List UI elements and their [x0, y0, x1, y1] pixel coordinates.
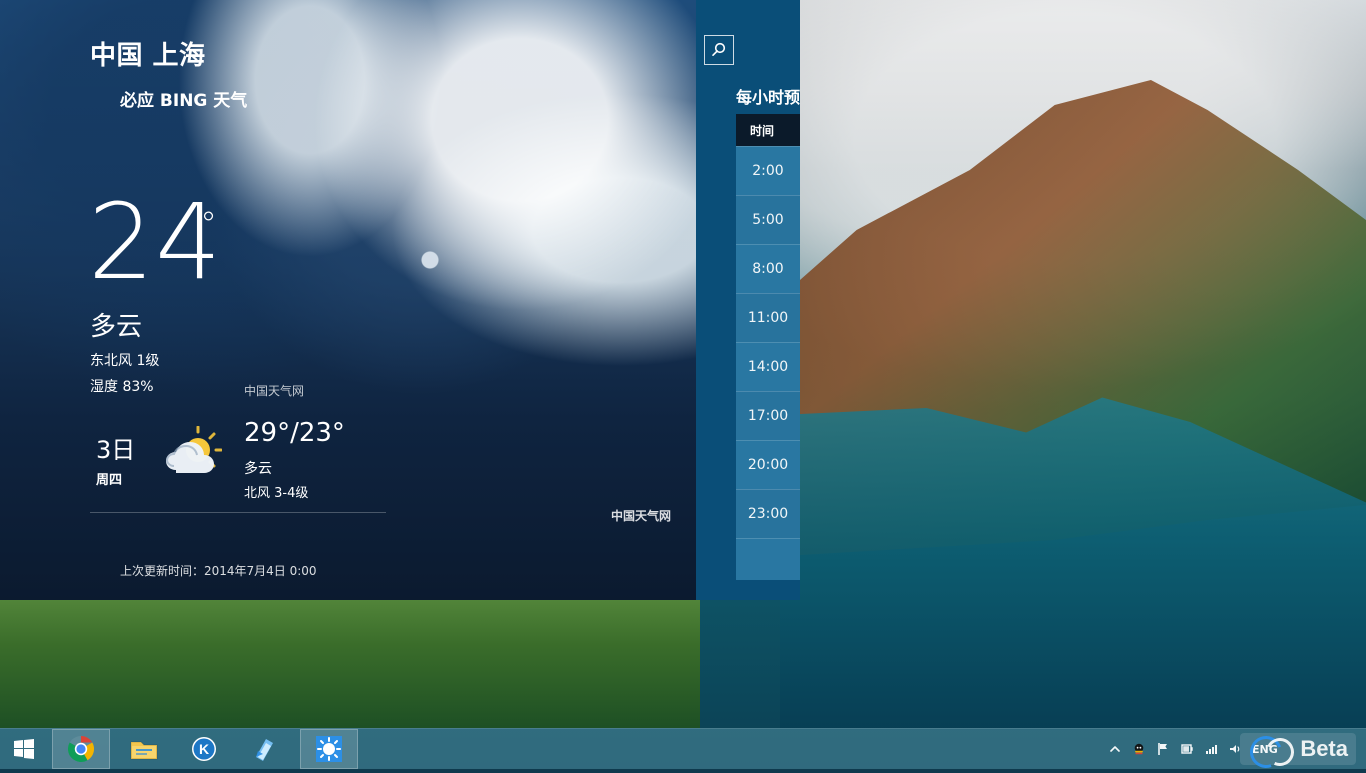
search-button[interactable]: [704, 35, 734, 65]
hourly-row-empty: [736, 538, 800, 580]
hourly-row-time[interactable]: 8:00: [736, 244, 800, 293]
taskbar-weather-button[interactable]: [300, 729, 358, 769]
current-humidity: 湿度 83%: [90, 379, 154, 395]
current-degree-symbol: °: [200, 205, 217, 245]
hourly-row-time[interactable]: 2:00: [736, 146, 800, 195]
k-circle-icon: K: [192, 737, 216, 761]
location-title: 中国 上海: [90, 41, 206, 71]
folder-icon: [130, 741, 158, 760]
hourly-header: 时间: [736, 114, 800, 146]
start-button[interactable]: [0, 729, 48, 769]
forecast-condition: 多云: [244, 461, 272, 477]
hourly-title: 每小时预: [736, 88, 800, 107]
pad-icon: [256, 739, 273, 761]
forecast-date: 3日: [96, 436, 136, 464]
forecast-wind: 北风 3-4级: [244, 486, 309, 501]
current-source: 中国天气网: [244, 384, 305, 398]
hourly-row-time[interactable]: 14:00: [736, 342, 800, 391]
taskbar: K ENG Beta: [0, 728, 1366, 773]
forecast-weekday: 周四: [96, 473, 123, 488]
taskbar-notepad-button[interactable]: [235, 729, 293, 769]
hourly-row-time[interactable]: 17:00: [736, 391, 800, 440]
tray-battery-icon[interactable]: [1180, 742, 1194, 756]
tray-qq-icon[interactable]: [1132, 742, 1146, 756]
provider-label: 必应 BING 天气: [120, 91, 248, 111]
windows-logo-icon: [14, 739, 34, 759]
partly-cloudy-sun-icon: [160, 425, 223, 488]
cnbeta-logo-icon: [1245, 730, 1299, 773]
wallpaper-hill: [0, 600, 700, 728]
divider: [90, 512, 386, 513]
svg-text:K: K: [199, 741, 209, 757]
beta-badge-text: Beta: [1300, 736, 1348, 761]
taskbar-chrome-button[interactable]: [52, 729, 110, 769]
search-icon: [712, 42, 726, 56]
hourly-table: 时间 2:00 5:00 8:00 11:00 14:00 17:00 20:0…: [736, 114, 800, 580]
weather-main-panel: 中国 上海 必应 BING 天气 24 ° 多云 东北风 1级 湿度 83% 中…: [0, 0, 696, 600]
beta-watermark: Beta: [1240, 730, 1356, 773]
taskbar-file-explorer-button[interactable]: [115, 729, 173, 769]
forecast-temperature-range: 29°/23°: [244, 418, 345, 448]
current-wind: 东北风 1级: [90, 353, 160, 369]
tray-overflow-arrow-icon[interactable]: [1108, 742, 1122, 756]
taskbar-k-app-button[interactable]: K: [175, 729, 233, 769]
chrome-icon: [67, 735, 95, 762]
tray-flag-icon[interactable]: [1156, 742, 1170, 756]
hourly-row-time[interactable]: 20:00: [736, 440, 800, 489]
weather-app-icon: [316, 736, 342, 762]
footer-source: 中国天气网: [611, 509, 672, 523]
forecast-day: 3日 周四: [96, 430, 156, 488]
weather-app-window[interactable]: 中国 上海 必应 BING 天气 24 ° 多云 东北风 1级 湿度 83% 中…: [0, 0, 800, 600]
hourly-row-time[interactable]: 23:00: [736, 489, 800, 538]
last-updated: 上次更新时间：2014年7月4日 0:00: [120, 564, 317, 578]
hourly-row-time[interactable]: 5:00: [736, 195, 800, 244]
hourly-row-time[interactable]: 11:00: [736, 293, 800, 342]
tray-network-icon[interactable]: [1204, 742, 1218, 756]
current-condition: 多云: [90, 312, 143, 342]
